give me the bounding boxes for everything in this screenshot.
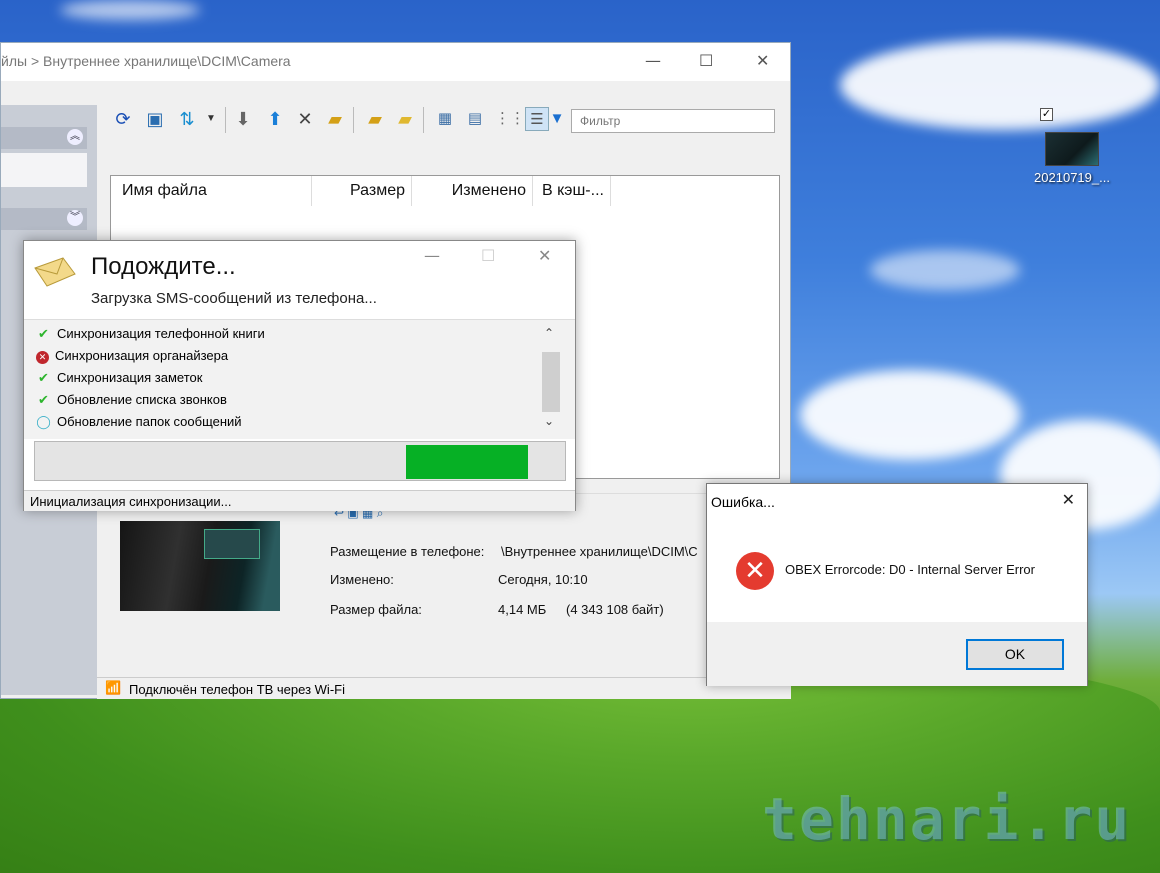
refresh-icon[interactable]: ⟳ [111,107,135,131]
connection-status: Подключён телефон ТВ через Wi-Fi [129,682,345,697]
minimize-icon[interactable]: — [645,51,661,70]
task-label: Обновление папок сообщений [57,414,242,429]
envelope-icon [34,257,76,287]
location-label: Размещение в телефоне: [330,544,485,559]
download-arrow-icon[interactable]: ⬇ [231,107,255,131]
dialog-subtitle: Загрузка SMS-сообщений из телефона... [91,290,377,307]
dialog-status: Инициализация синхронизации... [24,490,575,511]
minimize-icon[interactable]: — [424,246,440,265]
desktop-file-icon[interactable]: ✓ 20210719_... [1030,108,1114,185]
cloud [60,0,200,20]
task-list: ✔ Синхронизация телефонной книги ✕ Синхрон… [24,319,575,439]
folder-up-icon[interactable]: ▰ [363,107,387,131]
size-bytes: (4 343 108 байт) [566,602,664,617]
task-label: Обновление списка звонков [57,392,227,407]
column-header-cache[interactable]: В кэш-... [533,176,611,206]
size-value: 4,14 МБ [498,602,547,617]
task-item: ✕ Синхронизация органайзера [36,348,228,368]
task-label: Синхронизация органайзера [55,348,229,363]
wifi-icon: 📶 [105,680,122,695]
close-icon[interactable]: ✕ [538,246,551,265]
image-icon[interactable]: ▣ [143,107,167,131]
error-dialog-title: Ошибка... [711,494,775,510]
ok-button[interactable]: OK [966,639,1064,670]
watermark: tehnari.ru [762,785,1132,853]
file-preview-panel: ↩ ▣ ▦ ⌕ Размещение в телефоне: \Внутренн… [110,493,780,679]
checkbox-icon[interactable]: ✓ [1040,108,1053,121]
error-dialog: Ошибка... ✕ ✕ OBEX Errorcode: D0 - Inter… [706,483,1088,686]
new-folder-icon[interactable]: ▰ [393,107,417,131]
scrollbar-thumb[interactable] [542,352,560,412]
error-message: OBEX Errorcode: D0 - Internal Server Err… [785,562,1035,577]
check-icon: ✔ [38,326,49,341]
check-icon: ✔ [38,392,49,407]
maximize-icon: ☐ [481,246,496,265]
title-bar: йлы > Внутреннее хранилище\DCIM\Camera —… [1,43,790,81]
toolbar-divider [423,107,424,133]
error-icon: ✕ [736,552,774,590]
modified-value: Сегодня, 10:10 [498,572,588,587]
task-item: ✔ Синхронизация заметок [36,370,202,390]
close-icon[interactable]: ✕ [756,51,769,70]
column-header-name[interactable]: Имя файла [122,176,312,206]
tiles-view-icon[interactable]: ▤ [463,107,487,131]
list-view-icon[interactable]: ⋮⋮ [495,107,525,131]
image-thumbnail [1045,132,1099,166]
task-label: Синхронизация заметок [57,370,203,385]
scrollbar[interactable]: ⌃ ⌄ [541,322,561,432]
chevron-down-icon[interactable]: ︾ [67,210,83,226]
dropdown-arrow-icon[interactable]: ▼ [199,107,223,131]
progress-bar [34,441,566,481]
cloud [870,250,1020,290]
column-header-modified[interactable]: Изменено [412,176,533,206]
dialog-footer: OK [707,622,1087,686]
sidebar-section-header[interactable]: ︽ [1,127,87,149]
in-progress-icon: ◯ [36,414,51,429]
delete-icon[interactable]: ✕ [293,107,317,131]
size-label: Размер файла: [330,602,422,617]
dialog-heading: Подождите... [91,253,236,280]
folder-icon[interactable]: ▰ [323,107,347,131]
column-header-size[interactable]: Размер [312,176,412,206]
toolbar: ⟳ ▣ ⇅ ▼ ⬇ ⬆ ✕ ▰ ▰ ▰ ▦ ▤ ⋮⋮ ☰ ▼ Фильтр [109,105,779,137]
preview-thumbnail [120,521,280,611]
thumbnails-view-icon[interactable]: ▦ [433,107,457,131]
close-icon[interactable]: ✕ [1062,490,1075,509]
location-value: \Внутреннее хранилище\DCIM\C [501,544,698,559]
scroll-down-icon[interactable]: ⌄ [544,414,554,428]
toolbar-divider [225,107,226,133]
scroll-up-icon[interactable]: ⌃ [544,326,554,340]
wait-dialog: Подождите... Загрузка SMS-сообщений из т… [23,240,576,511]
modified-label: Изменено: [330,572,394,587]
progress-fill [406,445,528,479]
toolbar-divider [353,107,354,133]
task-item: ◯ Обновление папок сообщений [36,414,242,434]
sidebar-panel [1,153,87,187]
task-item: ✔ Обновление списка звонков [36,392,227,412]
check-icon: ✔ [38,370,49,385]
maximize-icon[interactable]: ☐ [699,51,713,70]
error-icon: ✕ [36,351,49,364]
task-label: Синхронизация телефонной книги [57,326,265,341]
task-item: ✔ Синхронизация телефонной книги [36,326,265,346]
sync-icon[interactable]: ⇅ [175,107,199,131]
upload-arrow-icon[interactable]: ⬆ [263,107,287,131]
window-title: йлы > Внутреннее хранилище\DCIM\Camera [1,53,291,69]
chevron-up-icon[interactable]: ︽ [67,129,83,145]
cloud [800,370,1020,460]
sidebar-section-header[interactable]: ︾ [1,208,87,230]
filter-input[interactable]: Фильтр [571,109,775,133]
desktop-file-label: 20210719_... [1034,170,1110,185]
filter-icon[interactable]: ▼ [545,107,569,131]
status-bar: 📶 Подключён телефон ТВ через Wi-Fi [97,677,791,699]
